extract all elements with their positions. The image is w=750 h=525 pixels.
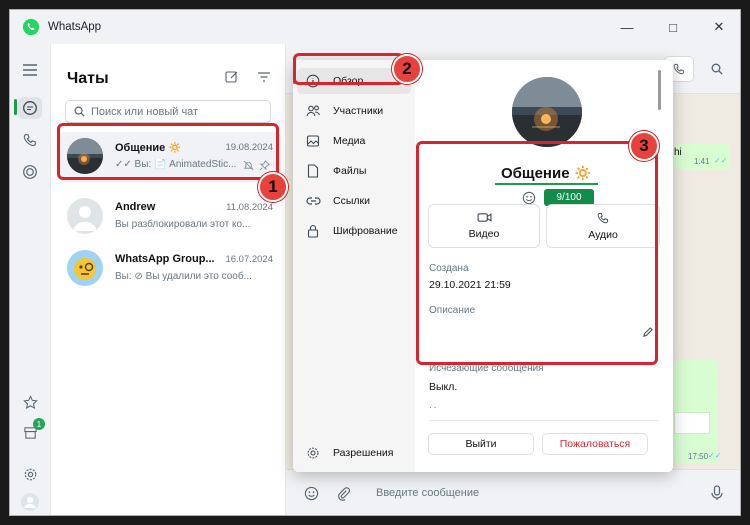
nav-label: Участники [333,105,384,117]
chat-avatar [67,198,103,234]
chat-name: WhatsApp Group... [115,253,215,265]
chat-preview: Вы: ⊘ Вы удалили это сооб... [115,271,252,282]
divider [429,420,659,421]
nav-label: Разрешения [333,447,394,459]
sticker-preview [674,412,710,434]
nav-label: Медиа [333,135,366,147]
status-icon[interactable] [20,162,40,182]
read-ticks-icon: ✓✓ [708,451,722,460]
lock-icon [305,223,321,239]
settings-icon[interactable] [20,464,40,484]
disappearing-value[interactable]: Выкл. [429,381,457,393]
filter-icon[interactable] [255,68,273,86]
report-group-button[interactable]: Пожаловаться [542,433,648,455]
annotation-badge-3: 3 [629,131,659,161]
maximize-button[interactable]: □ [650,10,696,44]
search-icon [711,63,723,75]
menu-icon[interactable] [20,60,40,80]
window-title: WhatsApp [48,21,102,33]
nav-encryption[interactable]: Шифрование [297,218,411,244]
info-nav: Обзор Участники Медиа Файлы Ссылки Шифро… [293,60,415,472]
left-rail: 1 [10,44,50,515]
phone-icon [673,63,685,75]
conversation-search-button[interactable] [706,58,728,80]
group-avatar[interactable] [512,77,582,147]
sticker-bubble: 17:50 ✓✓ [674,360,722,464]
chat-date: 11.08.2024 [226,202,273,213]
gear-icon [305,445,321,461]
nav-permissions[interactable]: Разрешения [297,440,411,466]
nav-label: Шифрование [333,225,398,237]
nav-label: Файлы [333,165,367,177]
chat-date: 16.07.2024 [225,254,273,265]
calls-icon[interactable] [20,130,40,150]
title-bar: WhatsApp — □ ✕ [10,10,740,44]
whatsapp-logo-icon [22,18,40,36]
search-input[interactable] [91,105,261,118]
message-input[interactable]: Введите сообщение [376,487,479,499]
nav-links[interactable]: Ссылки [297,188,411,214]
file-icon [305,163,321,179]
message-time: 17:50 [688,452,709,461]
attach-icon[interactable] [336,486,352,502]
exit-group-button[interactable]: Выйти [428,433,534,455]
annotation-badge-2: 2 [392,54,422,84]
chats-icon[interactable] [20,98,40,118]
nav-media[interactable]: Медиа [297,128,411,154]
participants-icon [305,103,321,119]
media-icon [305,133,321,149]
new-chat-icon[interactable] [223,68,241,86]
nav-participants[interactable]: Участники [297,98,411,124]
annotation-badge-1: 1 [258,172,288,202]
emoji-icon[interactable] [304,486,320,502]
app-window: WhatsApp — □ ✕ 1 Чаты Поиск или новый ча… [9,9,741,516]
more-dots: .. [429,400,439,411]
search-box[interactable] [65,100,271,124]
chat-item-whatsapp-group[interactable]: WhatsApp Group... 16.07.2024 Вы: ⊘ Вы уд… [59,244,281,294]
annotation-box-3 [416,141,658,365]
close-button[interactable]: ✕ [696,10,740,44]
minimize-button[interactable]: — [604,10,650,44]
message-time: 1:41 [694,157,710,166]
chat-list-panel: Чаты Общение 🔅 19.08.2024 ✓✓ Вы: 📄 Anima… [50,44,286,515]
message-bubble: hi 1:41 ✓✓ [674,144,730,170]
annotation-box-2 [293,53,404,85]
chat-name: Andrew [115,201,156,213]
message-input-bar: Введите сообщение [286,469,740,515]
chat-preview: Вы разблокировали этот ко... [115,219,251,230]
read-ticks-icon: ✓✓ [714,156,728,165]
profile-icon[interactable] [20,492,40,512]
panel-scrollbar[interactable] [658,70,661,110]
microphone-icon[interactable] [710,485,726,501]
chat-avatar [67,250,103,286]
chat-list-title: Чаты [67,70,109,87]
search-icon [74,106,85,117]
chat-item-andrew[interactable]: Andrew 11.08.2024 Вы разблокировали этот… [59,192,281,242]
link-icon [305,193,321,209]
message-text: hi [674,147,682,158]
archive-badge: 1 [33,418,45,430]
chats-active-indicator [14,99,17,115]
starred-icon[interactable] [20,392,40,412]
nav-label: Ссылки [333,195,370,207]
annotation-box-1 [57,123,279,180]
nav-files[interactable]: Файлы [297,158,411,184]
